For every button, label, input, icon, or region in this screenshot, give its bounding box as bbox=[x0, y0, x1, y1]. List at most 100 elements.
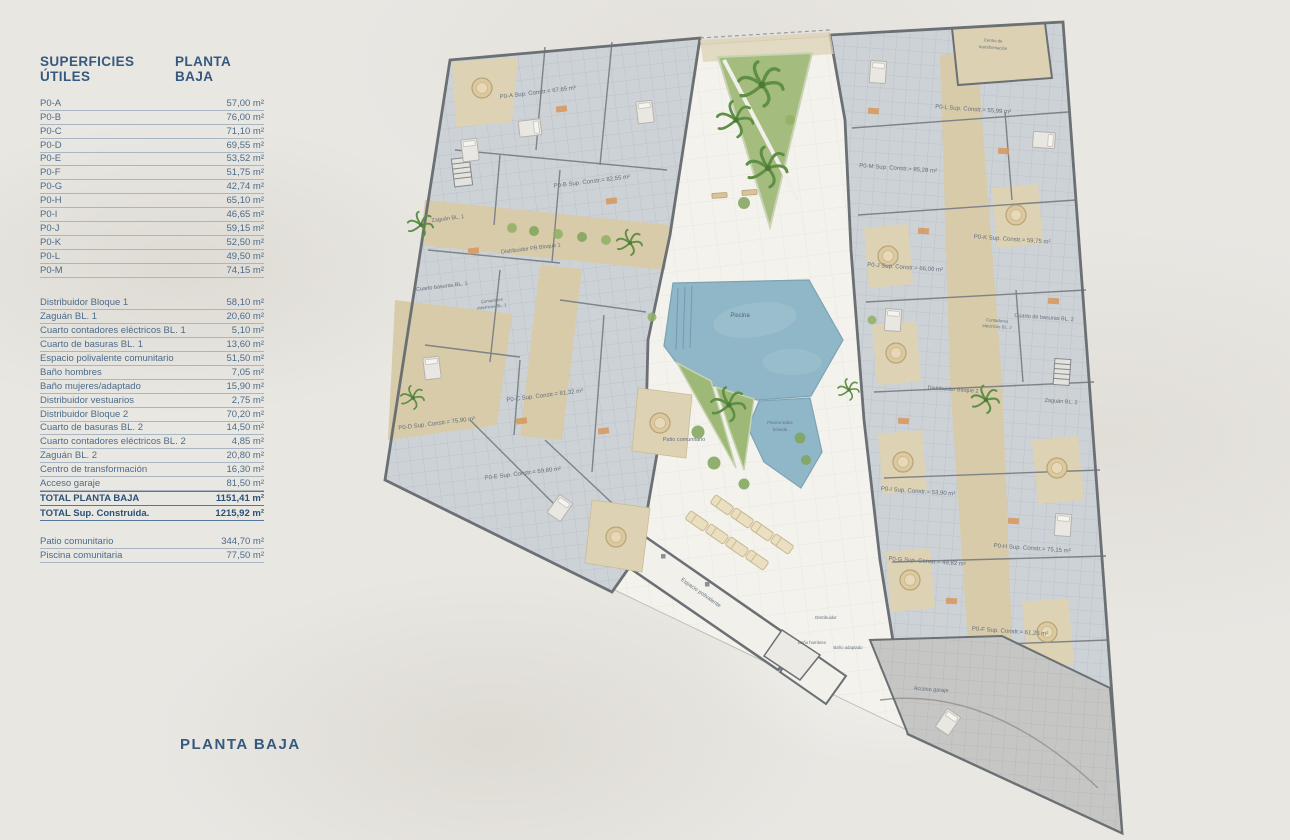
bush-icon bbox=[738, 197, 750, 209]
bush-icon bbox=[577, 232, 587, 242]
surfaces-panel: SUPERFICIES ÚTILES PLANTA BAJA P0-A57,00… bbox=[40, 54, 264, 563]
surface-row: Cuarto de basuras BL. 113,60 m² bbox=[40, 338, 264, 352]
terrace-table bbox=[1047, 458, 1067, 478]
page: P0-A Sup. Constr.= 67,65 m²P0-B Sup. Con… bbox=[0, 0, 1290, 840]
row-label: P0-A bbox=[40, 98, 61, 109]
common-areas-table: Distribuidor Bloque 158,10 m²Zaguán BL. … bbox=[40, 297, 264, 491]
row-value: 77,50 m² bbox=[227, 550, 265, 561]
surface-row: P0-J59,15 m² bbox=[40, 222, 264, 236]
row-value: 1215,92 m² bbox=[215, 508, 264, 519]
row-label: Baño hombres bbox=[40, 367, 102, 378]
row-value: 70,20 m² bbox=[227, 409, 265, 420]
row-label: P0-J bbox=[40, 223, 60, 234]
row-label: Baño mujeres/adaptado bbox=[40, 381, 141, 392]
surface-row: Zaguán BL. 1 20,60 m² bbox=[40, 310, 264, 324]
bush-icon bbox=[529, 226, 539, 236]
terrace-table bbox=[472, 78, 492, 98]
surface-row: Distribuidor Bloque 158,10 m² bbox=[40, 297, 264, 311]
bench bbox=[742, 189, 757, 195]
surface-row: P0-G 42,74 m² bbox=[40, 180, 264, 194]
terrace-table bbox=[606, 527, 626, 547]
row-value: 7,05 m² bbox=[232, 367, 264, 378]
bed-icon bbox=[1032, 131, 1055, 148]
row-label: Acceso garaje bbox=[40, 478, 100, 489]
row-label: P0-B bbox=[40, 112, 61, 123]
row-value: 46,65 m² bbox=[227, 209, 265, 220]
totals-table: TOTAL PLANTA BAJA1151,41 m²TOTAL Sup. Co… bbox=[40, 491, 264, 521]
bed-icon bbox=[884, 308, 901, 331]
row-label: Distribuidor Bloque 1 bbox=[40, 297, 128, 308]
bed-icon bbox=[518, 119, 542, 138]
row-label: P0-G bbox=[40, 181, 62, 192]
terrace-table bbox=[886, 343, 906, 363]
units-table: P0-A57,00 m²P0-B76,00 m²P0-C71,10 m²P0-D… bbox=[40, 97, 264, 278]
surface-row: P0-I46,65 m² bbox=[40, 208, 264, 222]
surface-row: P0-F51,75 m² bbox=[40, 166, 264, 180]
row-label: TOTAL PLANTA BAJA bbox=[40, 493, 139, 504]
bano-adaptado-label: Baño adaptado bbox=[833, 645, 863, 650]
bush-icon bbox=[801, 455, 811, 465]
terrace-table bbox=[1006, 205, 1026, 225]
surface-row: TOTAL Sup. Construida. 1215,92 m² bbox=[40, 506, 264, 521]
row-label: P0-C bbox=[40, 126, 62, 137]
row-value: 69,55 m² bbox=[227, 140, 265, 151]
pool-highlight bbox=[762, 349, 822, 375]
pool-small-label-b: bóveda bbox=[773, 427, 788, 432]
surface-row: Cuarto contadores eléctricos BL. 2 4,85 m… bbox=[40, 435, 264, 449]
row-value: 42,74 m² bbox=[227, 181, 265, 192]
row-label: Zaguán BL. 2 bbox=[40, 450, 97, 461]
column bbox=[705, 582, 710, 587]
bed-icon bbox=[1054, 513, 1071, 536]
row-label: Patio comunitario bbox=[40, 536, 113, 547]
row-value: 15,90 m² bbox=[227, 381, 265, 392]
row-value: 20,60 m² bbox=[227, 311, 265, 322]
terrace-table bbox=[893, 452, 913, 472]
surface-row: P0-H 65,10 m² bbox=[40, 194, 264, 208]
surface-row: Centro de transformación16,30 m² bbox=[40, 463, 264, 477]
row-value: 2,75 m² bbox=[232, 395, 264, 406]
row-label: TOTAL Sup. Construida. bbox=[40, 508, 149, 519]
row-label: Centro de transformación bbox=[40, 464, 147, 475]
row-value: 4,85 m² bbox=[232, 436, 264, 447]
row-label: P0-L bbox=[40, 251, 60, 262]
surface-row: P0-B76,00 m² bbox=[40, 111, 264, 125]
surface-row: P0-A57,00 m² bbox=[40, 97, 264, 111]
terrace-table bbox=[650, 413, 670, 433]
row-value: 52,50 m² bbox=[227, 237, 265, 248]
row-label: Piscina comunitaria bbox=[40, 550, 122, 561]
bush-icon bbox=[507, 223, 517, 233]
row-label: Cuarto contadores eléctricos BL. 2 bbox=[40, 436, 186, 447]
surface-row: Cuarto contadores eléctricos BL. 15,10 m… bbox=[40, 324, 264, 338]
row-label: Cuarto contadores eléctricos BL. 1 bbox=[40, 325, 186, 336]
bush-icon bbox=[601, 235, 611, 245]
row-label: P0-D bbox=[40, 140, 62, 151]
row-label: Espacio polivalente comunitario bbox=[40, 353, 174, 364]
surface-row: P0-L 49,50 m² bbox=[40, 250, 264, 264]
surface-row: Zaguán BL. 220,80 m² bbox=[40, 449, 264, 463]
patio-label: Patio comunitario bbox=[663, 437, 706, 443]
bush-icon bbox=[648, 313, 657, 322]
surface-row: P0-D 69,55 m² bbox=[40, 139, 264, 153]
bed-icon bbox=[423, 356, 442, 380]
surface-row: P0-K52,50 m² bbox=[40, 236, 264, 250]
row-label: P0-H bbox=[40, 195, 62, 206]
surface-row: Baño mujeres/adaptado 15,90 m² bbox=[40, 380, 264, 394]
row-label: Distribuidor Bloque 2 bbox=[40, 409, 128, 420]
bench bbox=[712, 192, 727, 198]
row-value: 65,10 m² bbox=[227, 195, 265, 206]
row-label: P0-E bbox=[40, 153, 61, 164]
row-value: 344,70 m² bbox=[221, 536, 264, 547]
surface-row: Baño hombres 7,05 m² bbox=[40, 366, 264, 380]
surface-row: P0-M74,15 m² bbox=[40, 264, 264, 278]
panel-subtitle: PLANTA BAJA bbox=[175, 54, 264, 84]
row-value: 49,50 m² bbox=[227, 251, 265, 262]
surface-row: Distribuidor vestuarios2,75 m² bbox=[40, 394, 264, 408]
row-value: 51,75 m² bbox=[227, 167, 265, 178]
surface-row: Espacio polivalente comunitario51,50 m² bbox=[40, 352, 264, 366]
bed-icon bbox=[461, 138, 480, 162]
bush-icon bbox=[868, 316, 877, 325]
row-label: P0-M bbox=[40, 265, 63, 276]
bush-icon bbox=[739, 479, 750, 490]
surface-row: TOTAL PLANTA BAJA1151,41 m² bbox=[40, 491, 264, 506]
row-label: Zaguán BL. 1 bbox=[40, 311, 97, 322]
